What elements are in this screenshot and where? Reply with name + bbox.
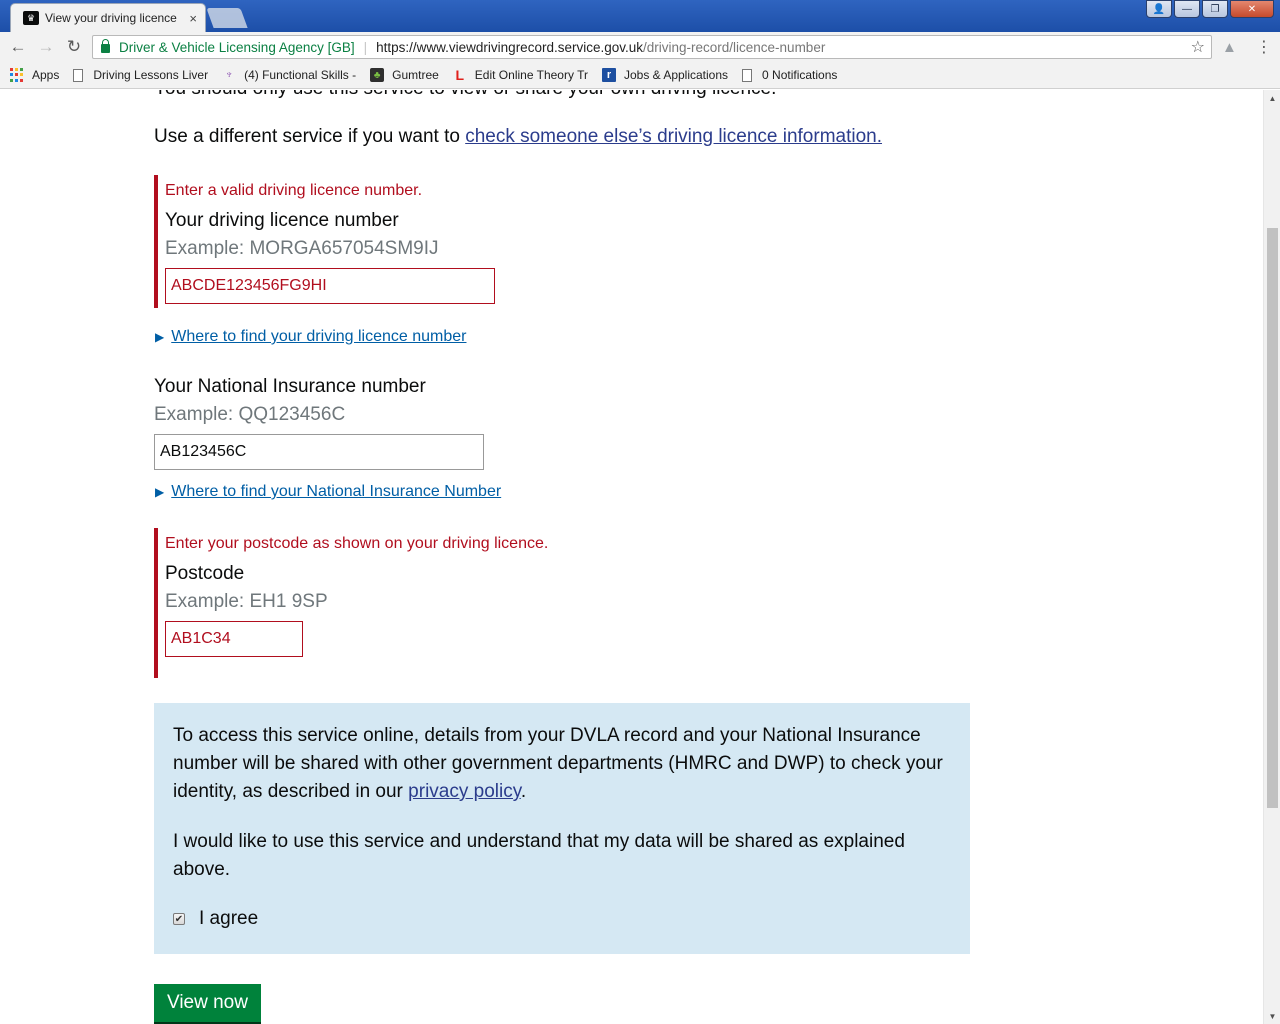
agree-checkbox-row[interactable]: ✔ I agree — [173, 908, 258, 930]
disclosure-triangle-icon: ▶ — [155, 330, 165, 344]
new-tab-button[interactable] — [206, 8, 248, 28]
tab-title: View your driving licence — [45, 11, 177, 25]
postcode-error: Enter your postcode as shown on your dri… — [165, 535, 549, 552]
ni-number-help-details[interactable]: ▶ Where to find your National Insurance … — [155, 483, 501, 501]
bookmark-star-icon[interactable]: ☆ — [1191, 37, 1205, 57]
bookmark-functional-skills[interactable]: ♆ (4) Functional Skills - — [222, 68, 356, 82]
licence-number-error: Enter a valid driving licence number. — [165, 182, 423, 199]
back-button[interactable]: ← — [4, 33, 32, 61]
secure-lock-icon — [101, 38, 110, 53]
minimize-button[interactable]: — — [1174, 0, 1200, 18]
bookmark-label: Driving Lessons Liver — [93, 68, 209, 82]
page-scrollbar[interactable]: ▲ ▼ — [1263, 90, 1280, 1024]
ni-number-input[interactable]: AB123456C — [154, 434, 484, 470]
bookmark-apps[interactable]: Apps — [10, 68, 59, 82]
browser-titlebar: ♛ View your driving licence × 👤 — ❐ ✕ — [0, 0, 1280, 32]
agree-label[interactable]: I agree — [199, 908, 258, 930]
data-sharing-consent-panel: To access this service online, details f… — [154, 703, 970, 954]
consent-text-end: . — [520, 781, 527, 802]
data-sharing-explanation: To access this service online, details f… — [173, 722, 951, 806]
scroll-down-arrow-icon[interactable]: ▼ — [1264, 1008, 1280, 1024]
page-content: You should only use this service to view… — [0, 90, 1263, 1024]
page-icon — [73, 68, 84, 82]
ni-number-label: Your National Insurance number — [154, 376, 426, 397]
bookmark-label: Jobs & Applications — [623, 68, 729, 82]
postcode-label: Postcode — [165, 563, 245, 584]
url-path: /driving-record/licence-number — [643, 39, 826, 55]
licence-number-hint: Example: MORGA657054SM9IJ — [165, 238, 439, 259]
bookmark-driving-lessons[interactable]: Driving Lessons Liver — [73, 68, 208, 82]
intro-text: Use a different service if you want to — [154, 126, 466, 147]
disclosure-triangle-icon: ▶ — [155, 485, 165, 499]
reload-button[interactable]: ↻ — [60, 33, 88, 61]
bookmark-gumtree[interactable]: ♣ Gumtree — [370, 68, 439, 82]
site-identity: Driver & Vehicle Licensing Agency [GB] — [119, 39, 355, 55]
postcode-input[interactable]: AB1C34 — [165, 621, 303, 657]
reed-icon: r — [601, 68, 616, 82]
agree-checkbox[interactable]: ✔ — [173, 913, 185, 925]
bookmark-edit-online-theory[interactable]: L Edit Online Theory Tr — [453, 67, 588, 83]
licence-number-help-link[interactable]: Where to find your driving licence numbe… — [171, 328, 466, 346]
url-host: https://www.viewdrivingrecord.service.go… — [376, 39, 643, 55]
postcode-field-group: Enter your postcode as shown on your dri… — [154, 528, 548, 678]
licence-number-help-details[interactable]: ▶ Where to find your driving licence num… — [155, 328, 466, 346]
bookmark-label: Edit Online Theory Tr — [474, 68, 588, 82]
scroll-up-arrow-icon[interactable]: ▲ — [1264, 90, 1280, 106]
consent-text: To access this service online, details f… — [173, 725, 943, 802]
forward-button[interactable]: → — [32, 33, 60, 61]
page-icon — [742, 68, 753, 82]
functional-skills-icon: ♆ — [224, 69, 234, 81]
bookmark-jobs-applications[interactable]: r Jobs & Applications — [601, 68, 729, 82]
window-controls: 👤 — ❐ ✕ — [1146, 0, 1274, 18]
postcode-hint: Example: EH1 9SP — [165, 591, 328, 612]
bookmark-label: Gumtree — [392, 68, 439, 82]
licence-number-label: Your driving licence number — [165, 210, 399, 231]
omnibox-separator: | — [363, 39, 368, 55]
ni-number-hint: Example: QQ123456C — [154, 404, 346, 425]
privacy-policy-link[interactable]: privacy policy — [408, 781, 521, 802]
ni-number-help-link[interactable]: Where to find your National Insurance Nu… — [171, 483, 501, 501]
tab-close-icon[interactable]: × — [189, 11, 197, 26]
apps-grid-icon — [10, 68, 24, 82]
scrollbar-thumb[interactable] — [1267, 228, 1278, 808]
own-licence-notice: You should only use this service to view… — [154, 90, 776, 100]
maximize-button[interactable]: ❐ — [1202, 0, 1228, 18]
gumtree-icon: ♣ — [370, 68, 385, 82]
bookmark-label: 0 Notifications — [762, 68, 838, 82]
bookmarks-bar: Apps Driving Lessons Liver ♆ (4) Functio… — [0, 62, 1280, 89]
licence-number-input[interactable]: ABCDE123456FG9HI — [165, 268, 495, 304]
browser-toolbar: ← → ↻ Driver & Vehicle Licensing Agency … — [0, 32, 1280, 62]
bookmark-notifications[interactable]: 0 Notifications — [742, 68, 837, 82]
consent-statement: I would like to use this service and und… — [173, 831, 905, 880]
bookmark-label: Apps — [32, 68, 60, 82]
ni-number-field-group: Your National Insurance number Example: … — [154, 376, 484, 470]
crown-favicon-icon: ♛ — [23, 11, 39, 25]
view-now-button[interactable]: View now — [154, 984, 261, 1022]
intro-paragraph: Use a different service if you want to c… — [154, 126, 882, 148]
profile-icon[interactable]: 👤 — [1146, 0, 1172, 18]
browser-tab-active[interactable]: ♛ View your driving licence × — [10, 3, 206, 32]
bookmark-label: (4) Functional Skills - — [244, 68, 357, 82]
l-plate-icon: L — [455, 67, 465, 83]
address-bar[interactable]: Driver & Vehicle Licensing Agency [GB] |… — [92, 35, 1212, 59]
drive-extension-icon[interactable]: ▲ — [1222, 39, 1237, 56]
check-someone-else-link[interactable]: check someone else’s driving licence inf… — [465, 126, 882, 147]
browser-menu-icon[interactable]: ⋮ — [1256, 37, 1272, 57]
licence-number-field-group: Enter a valid driving licence number. Yo… — [154, 175, 495, 308]
close-window-button[interactable]: ✕ — [1230, 0, 1274, 18]
